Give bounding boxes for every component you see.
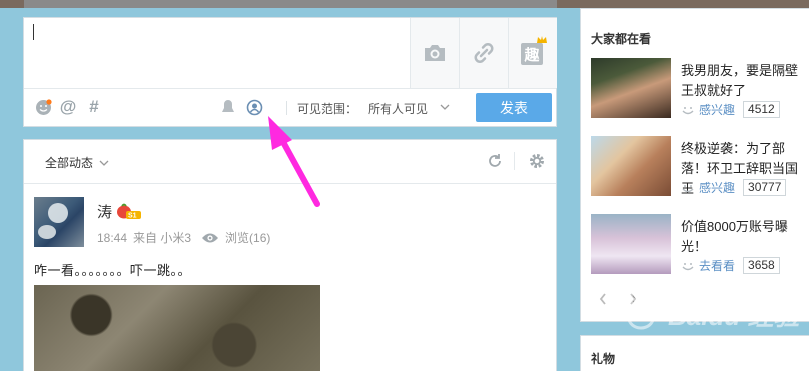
at-icon: @ <box>59 97 77 116</box>
status-input[interactable] <box>24 18 410 88</box>
fun-tile-icon: 趣 <box>521 43 543 65</box>
top-strip <box>0 0 809 8</box>
post-source: 来自 小米3 <box>133 231 192 245</box>
eye-icon <box>202 233 219 242</box>
smiley-icon <box>35 98 52 115</box>
post-photo[interactable] <box>34 285 320 371</box>
person-icon <box>222 100 234 112</box>
post-username[interactable]: 涛 <box>97 201 112 222</box>
avatar[interactable] <box>34 197 84 247</box>
svg-text:S1: S1 <box>128 213 137 220</box>
feed-filter-label: 全部动态 <box>45 156 94 170</box>
interest-button[interactable]: 感兴趣 <box>699 101 735 118</box>
location-button[interactable] <box>245 98 263 116</box>
trending-item[interactable]: 价值8000万账号曝光！ 去看看 3658 <box>591 214 806 290</box>
mention-button[interactable]: @ <box>59 97 77 116</box>
smile-icon <box>682 106 694 114</box>
post-button[interactable]: 发表 <box>476 93 552 122</box>
interest-button[interactable]: 感兴趣 <box>699 179 735 196</box>
visibility-label: 可见范围： <box>297 102 358 116</box>
trending-title: 大家都在看 <box>591 32 652 46</box>
location-badge-icon <box>246 99 262 115</box>
chevron-left-icon[interactable] <box>599 292 607 306</box>
smile-icon <box>682 184 694 192</box>
post-views[interactable]: 浏览(16) <box>225 229 270 246</box>
gear-icon[interactable] <box>528 152 546 170</box>
trending-thumbnail[interactable] <box>591 136 671 196</box>
visibility-select[interactable]: 所有人可见 <box>368 100 450 117</box>
visibility-value: 所有人可见 <box>368 102 429 116</box>
user-level-badge-icon: S1 <box>117 203 142 220</box>
friend-button[interactable] <box>219 98 237 116</box>
photo-button[interactable] <box>410 18 459 88</box>
post-text: 咋一看。。。。。。。吓一跳。。 <box>34 263 192 278</box>
hash-icon: # <box>89 97 99 116</box>
header-divider <box>514 152 515 170</box>
text-caret <box>33 24 34 40</box>
emoji-button[interactable] <box>34 98 52 116</box>
link-icon <box>474 43 494 63</box>
refresh-icon[interactable] <box>486 152 504 170</box>
trending-thumbnail[interactable] <box>591 214 671 274</box>
smile-icon <box>682 262 694 270</box>
watermark-brand: Baidu 经验 <box>668 301 800 331</box>
baidu-jingyan-watermark: Baidu 经验 jingyan.baidu.com <box>616 282 806 354</box>
link-button[interactable] <box>459 18 508 88</box>
fun-button[interactable]: 趣 <box>508 18 557 88</box>
composer-toolbar: @ # 可见范围： 所有人可见 发表 <box>24 88 556 126</box>
go-see-button[interactable]: 去看看 <box>699 257 735 274</box>
paw-logo-icon <box>620 286 663 330</box>
feed-header: 全部动态 <box>24 140 556 184</box>
interest-count: 3658 <box>743 257 780 274</box>
status-composer: 趣 @ # 可见范围： 所有人可见 发表 <box>23 17 557 127</box>
trending-thumbnail[interactable] <box>591 58 671 118</box>
chevron-down-icon <box>440 104 450 110</box>
crown-icon <box>537 36 547 43</box>
trending-item[interactable]: 终极逆袭：为了部落！环卫工辞职当国王 感兴趣 30777 <box>591 136 806 212</box>
toolbar-divider <box>286 101 287 115</box>
feed-filter-dropdown[interactable]: 全部动态 <box>45 154 109 171</box>
topic-button[interactable]: # <box>85 97 103 116</box>
post-meta: 18:44 来自 小米3 浏览(16) <box>97 229 270 246</box>
chevron-down-icon <box>99 160 109 166</box>
post-time: 18:44 <box>97 230 128 245</box>
trending-item[interactable]: 我男朋友，要是隔壁王叔就好了 感兴趣 4512 <box>591 58 806 134</box>
trending-panel: 大家都在看 我男朋友，要是隔壁王叔就好了 感兴趣 4512 终极逆袭：为了部落！… <box>580 8 809 322</box>
interest-count: 4512 <box>743 101 780 118</box>
trending-item-title[interactable]: 价值8000万账号曝光！ <box>681 217 806 257</box>
gift-title: 礼物 <box>591 352 616 366</box>
camera-icon <box>425 45 445 61</box>
watermark-site: jingyan.baidu.com <box>620 334 725 349</box>
interest-count: 30777 <box>743 179 787 196</box>
trending-item-title[interactable]: 我男朋友，要是隔壁王叔就好了 <box>681 61 806 101</box>
feed-panel: 全部动态 涛 S1 18:44 来自 小米3 浏览(16) 咋一看。。。。。。。… <box>23 139 557 371</box>
